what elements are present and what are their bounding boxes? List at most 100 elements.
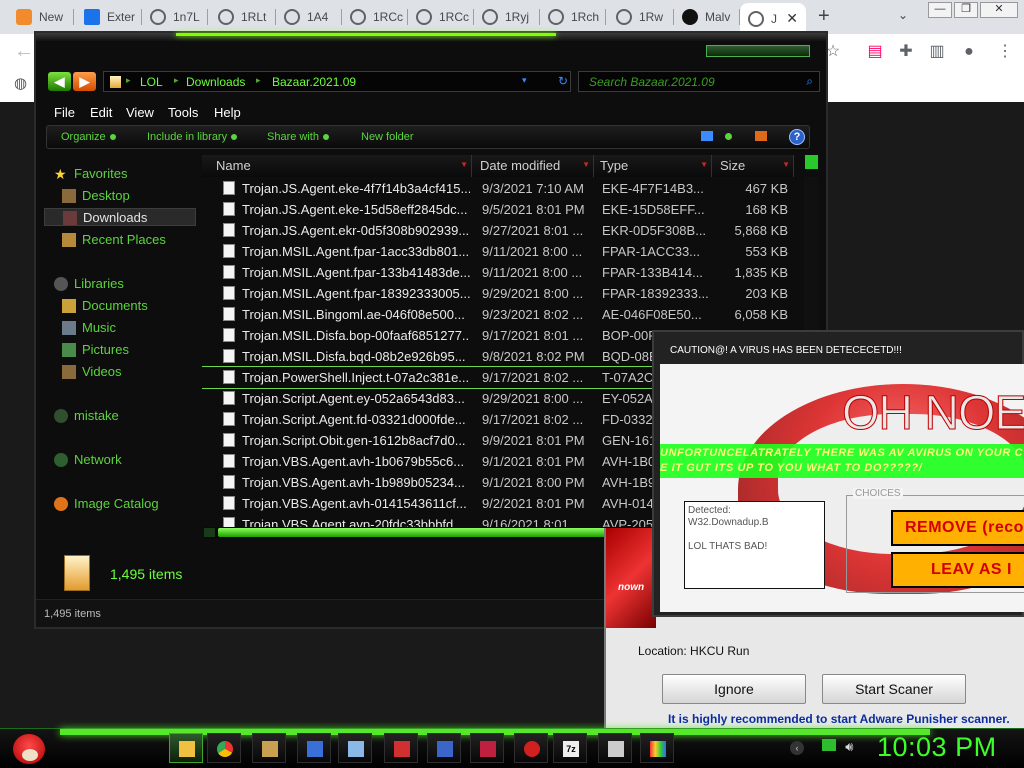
nav-videos[interactable]: Videos	[44, 363, 196, 381]
site-info-icon[interactable]: ◍	[14, 74, 27, 92]
breadcrumb-item[interactable]: Bazaar.2021.09	[272, 75, 356, 89]
puzzle-icon[interactable]: ✚	[897, 43, 915, 61]
taskbar-app[interactable]	[297, 733, 331, 763]
file-row[interactable]: Trojan.MSIL.Agent.fpar-133b41483de... 9/1…	[202, 262, 802, 283]
taskbar-antivirus[interactable]	[470, 733, 504, 763]
browser-tab[interactable]: 1RCc	[342, 4, 408, 30]
chevron-down-icon[interactable]: ▼	[582, 160, 590, 169]
menu-tools[interactable]: Tools	[168, 105, 198, 120]
taskbar-chrome[interactable]	[207, 733, 241, 763]
nav-mistake[interactable]: mistake	[44, 407, 196, 425]
column-header-name[interactable]: Name ▼	[202, 155, 472, 177]
volume-icon[interactable]: 🔊︎	[845, 739, 853, 754]
file-row[interactable]: Trojan.MSIL.Agent.fpar-18392333005... 9/2…	[202, 283, 802, 304]
start-button[interactable]	[8, 731, 48, 767]
nav-image-catalog[interactable]: Image Catalog	[44, 495, 196, 513]
nav-network[interactable]: Network	[44, 451, 196, 469]
browser-tab[interactable]: 1RCc	[408, 4, 474, 30]
menu-file[interactable]: File	[54, 105, 75, 120]
window-controls[interactable]	[706, 45, 810, 57]
taskbar-paint[interactable]	[640, 733, 674, 763]
new-tab-button[interactable]: +	[818, 5, 830, 28]
nav-pictures[interactable]: Pictures	[44, 341, 196, 359]
remove-button[interactable]: REMOVE (reco	[891, 510, 1024, 546]
side-panel-icon[interactable]: ▥	[928, 43, 946, 61]
back-button[interactable]: ◀	[48, 72, 71, 91]
leave-as-is-button[interactable]: LEAV AS I	[891, 552, 1024, 588]
taskbar-security[interactable]	[384, 733, 418, 763]
scroll-up-button[interactable]	[805, 155, 818, 169]
tab-search-button[interactable]: ⌄	[898, 8, 908, 22]
nav-documents[interactable]: Documents	[44, 297, 196, 315]
browser-tab[interactable]: 1Rw	[608, 4, 674, 30]
chevron-down-icon[interactable]: ▼	[700, 160, 708, 169]
close-tab-icon[interactable]: ✕	[786, 10, 798, 27]
column-header-size[interactable]: Size ▼	[712, 155, 794, 177]
include-in-library-button[interactable]: Include in library	[147, 131, 238, 143]
organize-button[interactable]: Organize	[61, 131, 116, 143]
browser-tab[interactable]: Exter	[76, 4, 142, 30]
close-button[interactable]: ✕	[980, 2, 1018, 18]
nav-music[interactable]: Music	[44, 319, 196, 337]
search-icon[interactable]: ⌕	[806, 74, 813, 89]
tray-chevron-icon[interactable]: ‹	[790, 741, 804, 755]
breadcrumb-item[interactable]: LOL	[140, 75, 163, 89]
view-options-icon[interactable]	[701, 131, 713, 141]
network-status-icon[interactable]	[821, 739, 836, 751]
ignore-button[interactable]: Ignore	[662, 674, 806, 704]
new-folder-button[interactable]: New folder	[361, 131, 414, 143]
help-icon[interactable]: ?	[789, 129, 805, 145]
chevron-right-icon[interactable]: ▸	[256, 75, 261, 86]
restore-button[interactable]: ❐	[954, 2, 978, 18]
file-row[interactable]: Trojan.MSIL.Agent.fpar-1acc33db801... 9/1…	[202, 241, 802, 262]
browser-tab[interactable]: 1n7L	[142, 4, 208, 30]
taskbar-virus-alert[interactable]	[514, 733, 548, 763]
file-row[interactable]: Trojan.MSIL.Bingoml.ae-046f08e500... 9/23…	[202, 304, 802, 325]
preview-pane-icon[interactable]	[755, 131, 767, 141]
taskbar-mail[interactable]	[338, 733, 372, 763]
taskbar-explorer[interactable]	[169, 733, 203, 763]
view-dropdown-icon[interactable]	[725, 133, 732, 140]
nav-desktop[interactable]: Desktop	[44, 187, 196, 205]
menu-edit[interactable]: Edit	[90, 105, 112, 120]
browser-tab[interactable]: 1Ryj	[474, 4, 540, 30]
nav-recent-places[interactable]: Recent Places	[44, 231, 196, 249]
menu-help[interactable]: Help	[214, 105, 241, 120]
extension-flag-icon[interactable]: ▤	[866, 43, 884, 61]
refresh-icon[interactable]: ↻	[558, 74, 568, 88]
kebab-menu-icon[interactable]: ⋮	[996, 43, 1014, 61]
chevron-right-icon[interactable]: ▸	[174, 75, 179, 86]
chevron-down-icon[interactable]: ▼	[782, 160, 790, 169]
chevron-down-icon[interactable]: ▾	[522, 75, 527, 86]
menu-view[interactable]: View	[126, 105, 154, 120]
breadcrumb-item[interactable]: Downloads	[186, 75, 245, 89]
browser-tab[interactable]: New	[8, 4, 74, 30]
file-row[interactable]: Trojan.JS.Agent.ekr-0d5f308b902939... 9/2…	[202, 220, 802, 241]
forward-button[interactable]: ▶	[73, 72, 96, 91]
profile-icon[interactable]: ●	[960, 43, 978, 61]
nav-libraries[interactable]: Libraries	[44, 275, 196, 293]
taskbar-drive[interactable]	[598, 733, 632, 763]
browser-tab[interactable]: 1RLt	[210, 4, 276, 30]
file-row[interactable]: Trojan.JS.Agent.eke-4f7f14b3a4cf415... 9/…	[202, 178, 802, 199]
browser-tab-active[interactable]: J ✕	[740, 3, 806, 34]
start-scanner-button[interactable]: Start Scaner	[822, 674, 966, 704]
browser-tab[interactable]: 1Rch	[540, 4, 606, 30]
nav-downloads[interactable]: Downloads	[44, 208, 196, 226]
address-bar[interactable]: ▸ LOL ▸ Downloads ▸ Bazaar.2021.09 ▾ ↻	[103, 71, 571, 92]
nav-favorites[interactable]: ★ Favorites	[44, 165, 196, 183]
browser-tab[interactable]: 1A4	[276, 4, 342, 30]
column-header-date[interactable]: Date modified ▼	[472, 155, 594, 177]
column-header-type[interactable]: Type ▼	[594, 155, 712, 177]
taskbar-control-panel[interactable]	[252, 733, 286, 763]
taskbar-7zip[interactable]: 7z	[553, 733, 587, 763]
clock[interactable]: 10:03 PM	[877, 732, 997, 763]
search-input[interactable]: Search Bazaar.2021.09 ⌕	[578, 71, 820, 92]
share-with-button[interactable]: Share with	[267, 131, 329, 143]
taskbar-defender[interactable]	[427, 733, 461, 763]
browser-tab[interactable]: Malv	[674, 4, 740, 30]
chevron-down-icon[interactable]: ▼	[460, 160, 468, 169]
back-arrow-icon[interactable]: ←	[14, 40, 34, 63]
file-row[interactable]: Trojan.JS.Agent.eke-15d58eff2845dc... 9/5…	[202, 199, 802, 220]
minimize-button[interactable]: —	[928, 2, 952, 18]
